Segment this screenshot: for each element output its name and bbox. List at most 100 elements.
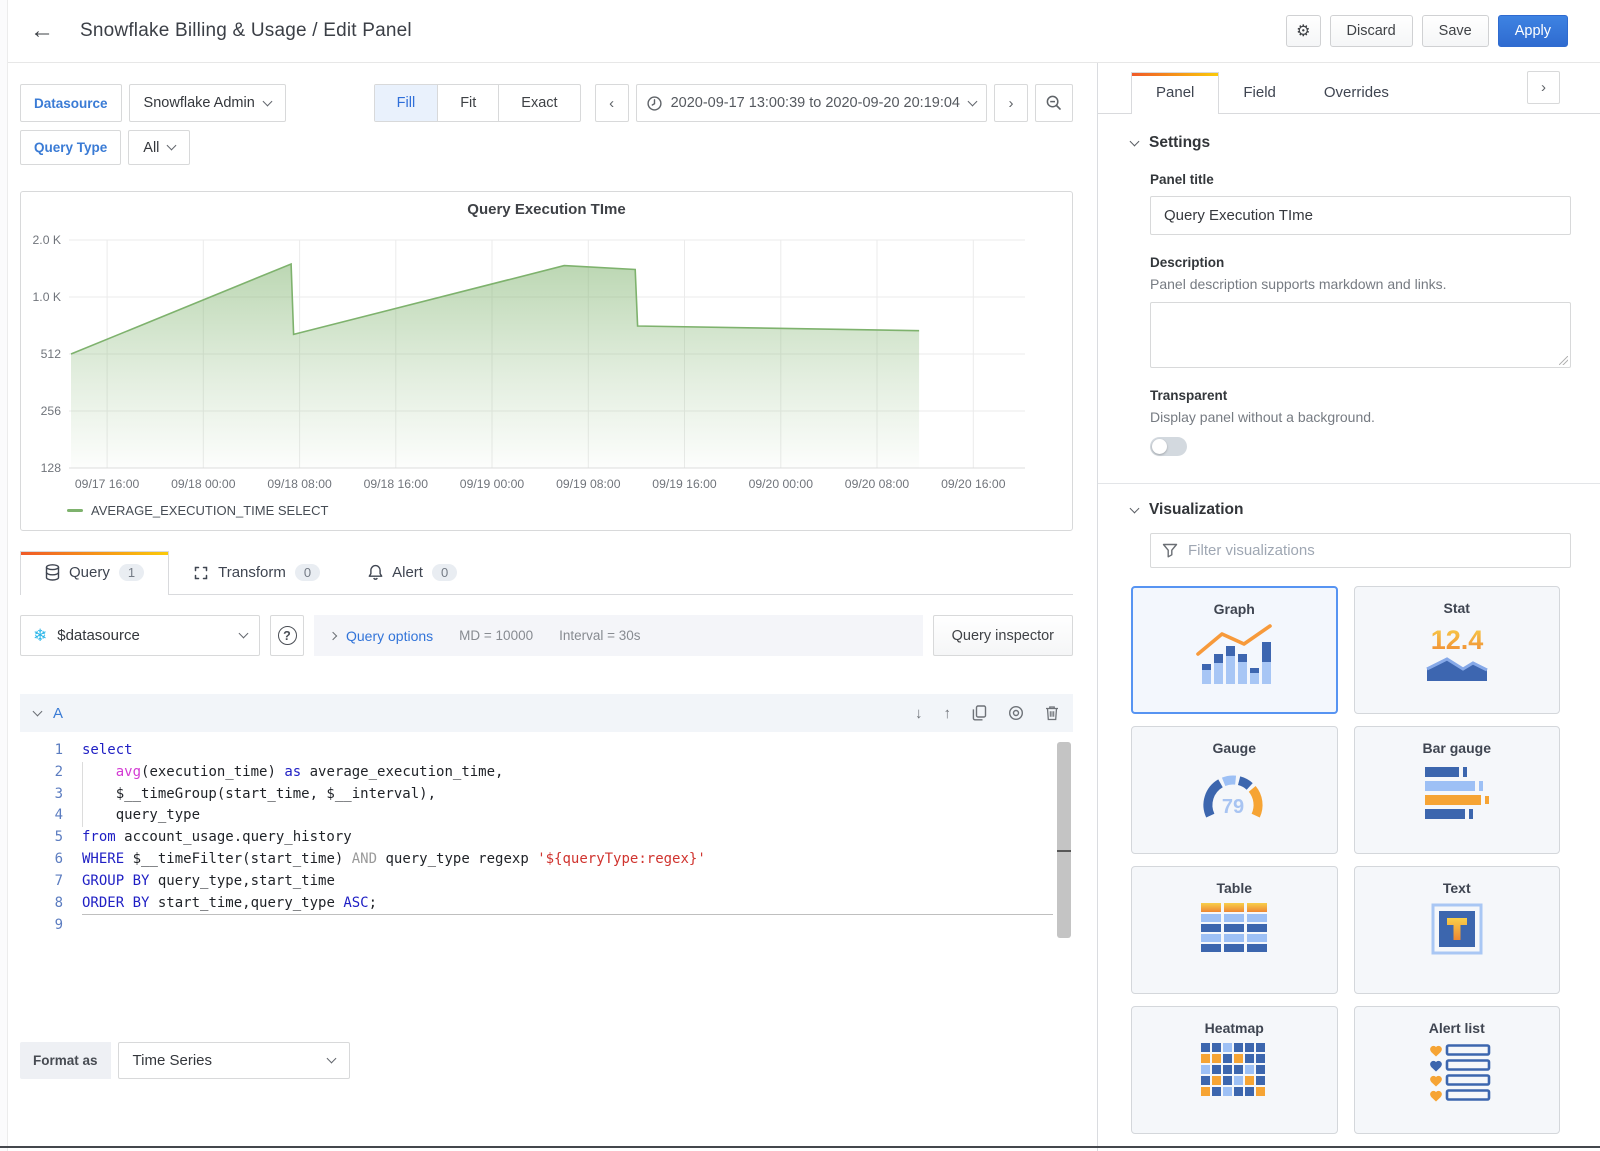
chart-legend[interactable]: AVERAGE_EXECUTION_TIME SELECT bbox=[21, 501, 1072, 524]
window-edge bbox=[0, 0, 8, 1151]
query-datasource-select[interactable]: ❄ $datasource bbox=[20, 615, 260, 656]
chevron-down-icon bbox=[262, 96, 272, 106]
tab-panel[interactable]: Panel bbox=[1131, 72, 1219, 114]
svg-text:09/19 00:00: 09/19 00:00 bbox=[460, 477, 525, 491]
snowflake-icon: ❄ bbox=[33, 626, 47, 646]
transform-icon bbox=[193, 565, 209, 581]
time-shift-back-button[interactable]: ‹ bbox=[595, 84, 629, 122]
sidebar-tabs: Panel Field Overrides › bbox=[1098, 63, 1600, 114]
panel-title-label: Panel title bbox=[1150, 172, 1560, 187]
code-scrollbar[interactable] bbox=[1057, 742, 1071, 938]
delete-query-icon[interactable] bbox=[1045, 705, 1059, 721]
tab-query[interactable]: Query 1 bbox=[20, 551, 169, 595]
description-textarea[interactable] bbox=[1150, 302, 1571, 368]
viz-card-heatmap[interactable]: Heatmap bbox=[1131, 1006, 1338, 1134]
chevron-down-icon bbox=[1130, 136, 1140, 146]
sql-code-editor[interactable]: 1select2 avg(execution_time) as average_… bbox=[20, 732, 1073, 998]
viz-card-table[interactable]: Table bbox=[1131, 866, 1338, 994]
datasource-help-button[interactable]: ? bbox=[270, 615, 304, 656]
svg-text:79: 79 bbox=[1222, 796, 1244, 818]
tab-query-badge: 1 bbox=[119, 564, 144, 581]
apply-button[interactable]: Apply bbox=[1498, 15, 1568, 47]
query-row-header[interactable]: A ↓ ↑ bbox=[20, 694, 1073, 732]
panel-title-input[interactable] bbox=[1150, 196, 1571, 235]
top-bar: ← Snowflake Billing & Usage / Edit Panel… bbox=[0, 0, 1600, 63]
time-shift-forward-button[interactable]: › bbox=[994, 84, 1028, 122]
svg-text:09/18 00:00: 09/18 00:00 bbox=[171, 477, 236, 491]
query-options-bar: Query options MD = 10000 Interval = 30s bbox=[314, 615, 923, 656]
viz-card-stat[interactable]: Stat 12.4 bbox=[1354, 586, 1561, 714]
move-query-down-icon[interactable]: ↓ bbox=[915, 705, 923, 722]
viz-card-text[interactable]: Text bbox=[1354, 866, 1561, 994]
tab-field[interactable]: Field bbox=[1219, 73, 1300, 113]
panel-settings-button[interactable]: ⚙ bbox=[1286, 15, 1320, 47]
duplicate-query-icon[interactable] bbox=[972, 705, 987, 721]
time-range-picker[interactable]: 2020-09-17 13:00:39 to 2020-09-20 20:19:… bbox=[636, 84, 987, 122]
transparent-toggle[interactable] bbox=[1150, 437, 1187, 456]
query-row-card: A ↓ ↑ 1select2 avg(execution_tim bbox=[20, 694, 1073, 998]
format-as-select[interactable]: Time Series bbox=[118, 1042, 350, 1079]
datasource-picker[interactable]: Snowflake Admin bbox=[129, 84, 286, 122]
heatmap-viz-icon bbox=[1200, 1043, 1268, 1101]
tab-query-label: Query bbox=[69, 564, 110, 581]
panel-editor-content: Datasource Snowflake Admin Fill Fit Exac… bbox=[0, 63, 1097, 1151]
tab-alert-label: Alert bbox=[392, 564, 423, 581]
query-inspector-button[interactable]: Query inspector bbox=[933, 615, 1073, 656]
filter-visualizations-input[interactable] bbox=[1188, 542, 1559, 559]
back-arrow-icon[interactable]: ← bbox=[30, 19, 54, 43]
resize-handle-icon[interactable] bbox=[1559, 356, 1568, 365]
gear-icon: ⚙ bbox=[1296, 21, 1310, 41]
viz-card-alert-list[interactable]: Alert list bbox=[1354, 1006, 1561, 1134]
zoom-out-time-button[interactable] bbox=[1035, 84, 1073, 122]
bar-gauge-viz-icon bbox=[1417, 763, 1497, 825]
query-type-label: Query Type bbox=[20, 130, 121, 165]
save-button[interactable]: Save bbox=[1422, 15, 1489, 47]
query-options-label: Query options bbox=[346, 628, 433, 644]
chevron-down-icon bbox=[167, 141, 177, 151]
query-ref-id: A bbox=[53, 705, 63, 722]
display-mode-fill[interactable]: Fill bbox=[375, 85, 438, 121]
svg-text:09/19 16:00: 09/19 16:00 bbox=[652, 477, 717, 491]
chevron-down-icon bbox=[33, 707, 43, 717]
svg-text:2.0 K: 2.0 K bbox=[33, 233, 61, 247]
magnifier-minus-icon bbox=[1046, 95, 1062, 111]
toggle-knob bbox=[1152, 439, 1167, 454]
svg-text:09/18 08:00: 09/18 08:00 bbox=[267, 477, 332, 491]
format-as-label: Format as bbox=[20, 1042, 111, 1079]
disable-query-icon[interactable] bbox=[1008, 705, 1024, 721]
filter-visualizations-box bbox=[1150, 533, 1571, 568]
time-series-chart[interactable]: 2.0 K1.0 K51225612809/17 16:0009/18 00:0… bbox=[21, 222, 1070, 496]
graph-viz-icon bbox=[1194, 624, 1274, 686]
tab-overrides[interactable]: Overrides bbox=[1300, 73, 1413, 113]
discard-button[interactable]: Discard bbox=[1330, 15, 1413, 47]
time-range-text: 2020-09-17 13:00:39 to 2020-09-20 20:19:… bbox=[671, 95, 960, 111]
move-query-up-icon[interactable]: ↑ bbox=[944, 705, 952, 722]
database-icon bbox=[45, 564, 60, 581]
bell-icon bbox=[368, 564, 383, 581]
tab-transform[interactable]: Transform 0 bbox=[169, 552, 344, 594]
chevron-down-icon bbox=[1130, 503, 1140, 513]
svg-text:09/20 16:00: 09/20 16:00 bbox=[941, 477, 1006, 491]
transparent-helper: Display panel without a background. bbox=[1150, 409, 1560, 425]
tab-alert-badge: 0 bbox=[432, 564, 457, 581]
format-as-value: Time Series bbox=[133, 1052, 212, 1069]
svg-text:1.0 K: 1.0 K bbox=[33, 290, 61, 304]
description-label: Description bbox=[1150, 255, 1560, 270]
visualization-section-header[interactable]: Visualization bbox=[1131, 501, 1560, 519]
tab-alert[interactable]: Alert 0 bbox=[344, 552, 481, 594]
collapse-sidebar-button[interactable]: › bbox=[1527, 71, 1560, 104]
settings-section-header[interactable]: Settings bbox=[1131, 134, 1560, 152]
display-mode-exact[interactable]: Exact bbox=[498, 85, 579, 121]
viz-card-graph[interactable]: Graph bbox=[1131, 586, 1338, 714]
page-title: Snowflake Billing & Usage / Edit Panel bbox=[80, 20, 412, 42]
query-datasource-value: $datasource bbox=[57, 627, 140, 644]
viz-card-gauge[interactable]: Gauge 79 bbox=[1131, 726, 1338, 854]
visualization-cards: Graph Stat bbox=[1131, 586, 1560, 1134]
display-mode-fit[interactable]: Fit bbox=[437, 85, 498, 121]
query-type-value: All bbox=[143, 140, 159, 156]
settings-heading: Settings bbox=[1149, 134, 1210, 152]
svg-text:09/19 08:00: 09/19 08:00 bbox=[556, 477, 621, 491]
viz-card-bar-gauge[interactable]: Bar gauge bbox=[1354, 726, 1561, 854]
query-type-picker[interactable]: All bbox=[128, 130, 190, 165]
query-options-toggle[interactable]: Query options bbox=[330, 628, 433, 644]
